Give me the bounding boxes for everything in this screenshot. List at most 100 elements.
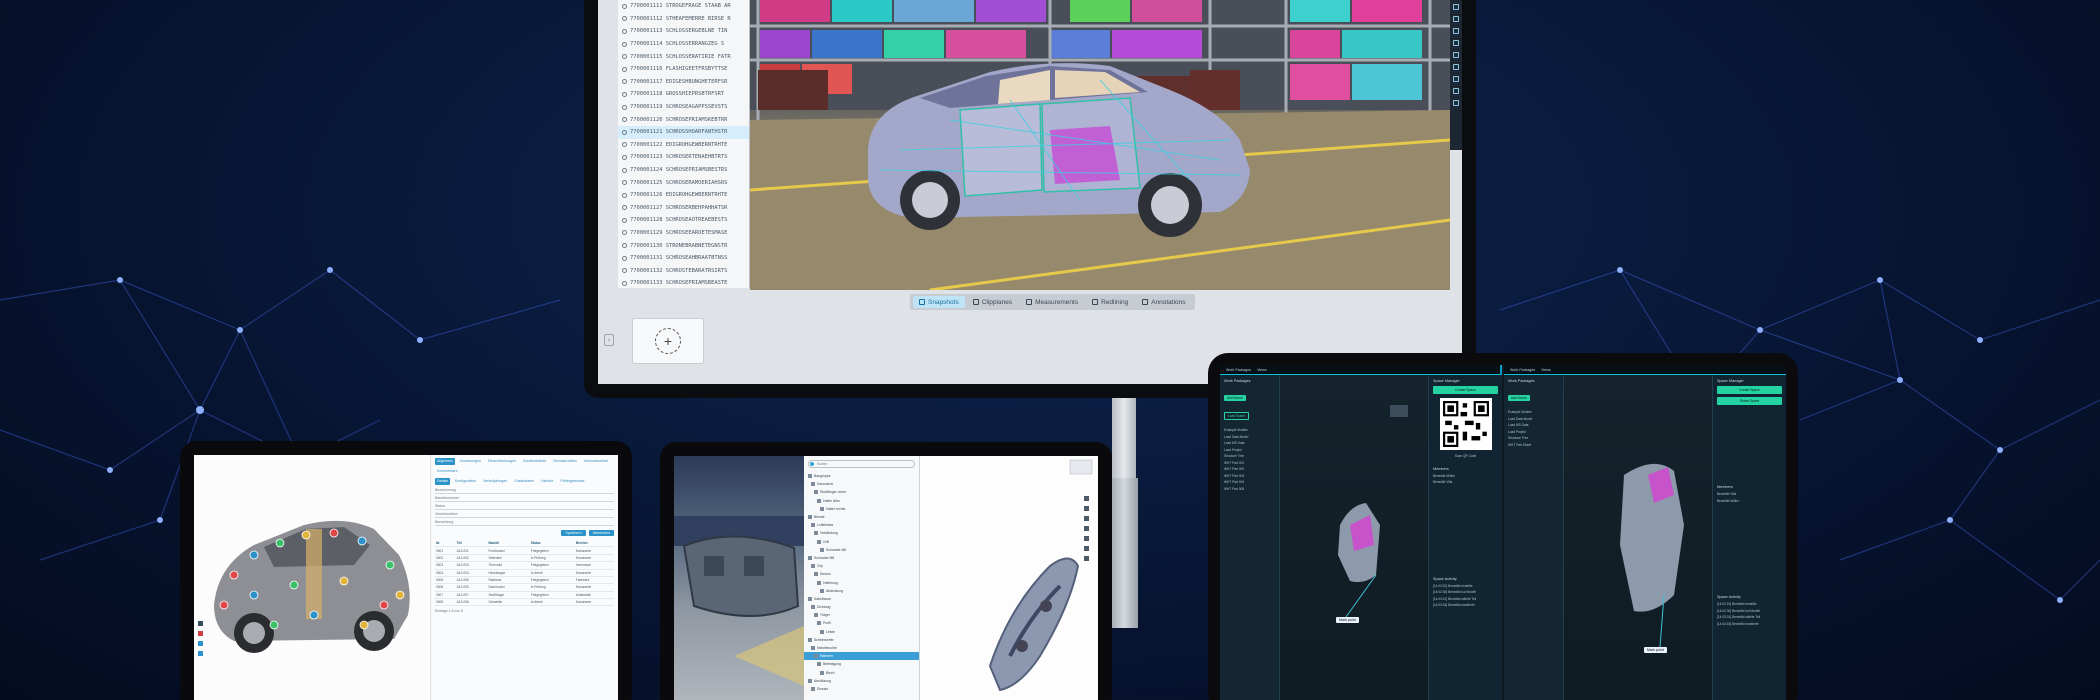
tree-item[interactable]: Blende — [804, 513, 919, 521]
tree-item[interactable]: Halterung — [804, 578, 919, 586]
tree-item[interactable]: Blech — [804, 669, 919, 677]
visibility-icon[interactable] — [622, 280, 627, 286]
table-row[interactable]: 0006 A12-006 Dachmodul In Prüfung Karosserie — [435, 583, 614, 592]
settings-icon[interactable] — [1453, 88, 1459, 94]
visibility-icon[interactable] — [622, 41, 627, 47]
visibility-icon[interactable] — [622, 180, 627, 186]
tree-item[interactable]: Abstützung — [804, 677, 919, 685]
add-snapshot-button[interactable]: + — [655, 328, 681, 354]
create-space-button[interactable]: Create Space — [1717, 386, 1782, 394]
measure-icon[interactable] — [1453, 40, 1459, 46]
select-icon[interactable] — [1453, 4, 1459, 10]
tree-item[interactable]: 7700001123 SCHROSERTENAEHBTRTS — [618, 151, 749, 164]
tab-views[interactable]: Views — [1257, 368, 1267, 372]
help-icon[interactable] — [1453, 100, 1459, 106]
tree-item[interactable]: 7700001121 SCHROSSHOARFANTHSTR — [618, 125, 749, 139]
sidebar-list-item[interactable]: WHT Part 005 — [1224, 487, 1275, 494]
pen-icon[interactable] — [1453, 52, 1459, 58]
tree-item[interactable]: 7700001125 SCHROSERAMOERIAHSRS — [618, 176, 749, 189]
member-item[interactable]: Benedikt Villa — [1433, 480, 1498, 487]
form-field[interactable]: Bemerkung — [435, 520, 614, 526]
tree-item[interactable]: 7700001113 SCHLOSSERGEBLNE TIN — [618, 25, 749, 38]
cancel-button[interactable]: Abbrechen — [588, 530, 614, 536]
tree-item[interactable]: Lufteinlass — [804, 521, 919, 529]
tree-item[interactable]: Karosserie — [804, 480, 919, 488]
sub-tab-item[interactable]: Prüfergebnisse — [558, 478, 586, 485]
tree-item[interactable]: Stoßfänger vorne — [804, 488, 919, 496]
tab-work-packages[interactable]: Work Packages — [1226, 368, 1251, 372]
visibility-icon[interactable] — [622, 154, 627, 160]
tree-search-input[interactable]: Suche — [808, 460, 915, 468]
measurement-point[interactable] — [249, 550, 259, 560]
tree-item[interactable]: 7700001128 SCHROSEAOTREAEBESTS — [618, 214, 749, 227]
tab-item[interactable]: Allgemein — [435, 458, 455, 465]
save-button[interactable]: Speichern — [561, 530, 586, 536]
add-scene-button[interactable]: Add Scene — [1224, 395, 1246, 401]
visibility-icon[interactable] — [622, 268, 627, 274]
tree-item[interactable]: Clip — [804, 562, 919, 570]
measurement-point[interactable] — [359, 620, 369, 630]
tree-item[interactable]: Schraube M6 — [804, 546, 919, 554]
activity-item[interactable]: [14:03:18] Benedikt markierte — [1717, 622, 1782, 629]
session-a-viewport[interactable]: Mark point — [1280, 375, 1428, 700]
tree-item[interactable]: Sensor — [804, 570, 919, 578]
tab-item[interactable]: Benutzerdaten — [551, 458, 578, 465]
tree-item[interactable]: 7700001129 SCHROSEEAROETESMASE — [618, 227, 749, 240]
tab-item[interactable]: Versionsverlauf — [582, 458, 611, 465]
tree-item[interactable]: Scheinwerfer — [804, 636, 919, 644]
visibility-icon[interactable] — [622, 205, 627, 211]
tree-item[interactable]: 7700001132 SCHROSTEBARATRSIRTS — [618, 264, 749, 277]
measurement-point[interactable] — [249, 590, 259, 600]
tree-item[interactable]: Verkleidung — [804, 529, 919, 537]
sub-tab-item[interactable]: Details — [435, 478, 450, 485]
cube-icon[interactable] — [1453, 16, 1459, 22]
tree-item[interactable]: Kabelbaum — [804, 595, 919, 603]
table-row[interactable]: 0004 A12-004 Heckklappe In Arbeit Karosserie — [435, 569, 614, 577]
panel-toggle-handle[interactable]: › — [604, 334, 614, 346]
tree-item[interactable]: 7700001122 EDIGROHGEWBERNTRHTE — [618, 139, 749, 152]
tree-item[interactable]: Nebelleuchte — [804, 644, 919, 652]
tree-item[interactable]: 7700001114 SCHLOSSERRANGZEG S — [618, 38, 749, 51]
tree-item[interactable]: Dichtung — [804, 603, 919, 611]
toolbar-redlining-button[interactable]: Redlining — [1086, 296, 1134, 308]
tree-item[interactable]: 7700001130 STRONEBRABNETEGNSTR — [618, 239, 749, 252]
tree-item[interactable]: Grill — [804, 538, 919, 546]
toolbar-annotations-button[interactable]: Annotations — [1136, 296, 1191, 308]
measurement-point[interactable] — [219, 600, 229, 610]
table-row[interactable]: 0007 A12-007 Stoßfänger Freigegeben Anbautei… — [435, 591, 614, 600]
tree-item[interactable]: 7700001117 EDIGESHBUNGHETERFSR — [618, 76, 749, 89]
measurement-point[interactable] — [301, 530, 311, 540]
sub-tab-item[interactable]: Historie — [539, 478, 555, 485]
tab-item[interactable]: Kommentare — [435, 468, 460, 475]
tree-item[interactable]: Befestigung — [804, 660, 919, 668]
visibility-icon[interactable] — [622, 192, 627, 198]
tree-item[interactable]: Halter rechts — [804, 505, 919, 513]
visibility-icon[interactable] — [622, 91, 627, 97]
form-field[interactable]: Bezeichnung — [435, 488, 614, 494]
tree-item[interactable]: 7700001111 STROGEFRAGE STAAB AR — [618, 0, 749, 13]
car-measurement-viewport[interactable] — [194, 455, 428, 700]
member-item[interactable]: Benedikt Müller — [1717, 499, 1782, 506]
sub-tab-item[interactable]: Zusatzdaten — [512, 478, 536, 485]
table-row[interactable]: 0003 A12-003 Türmodul Freigegeben Innenraum — [435, 561, 614, 570]
tree-item[interactable]: Profil — [804, 619, 919, 627]
visibility-icon[interactable] — [622, 3, 627, 9]
mark-point-callout[interactable]: Mark point — [1644, 647, 1667, 653]
tree-item[interactable]: 7700001127 SCHROSERBEHPAHHATSR — [618, 202, 749, 215]
form-field[interactable]: Status — [435, 504, 614, 510]
session-b-viewport[interactable]: Mark point — [1564, 375, 1712, 700]
table-row[interactable]: 0008 A12-008 Schweller In Arbeit Karosserie — [435, 598, 614, 607]
tab-views[interactable]: Views — [1541, 368, 1551, 372]
tree-item[interactable]: Träger — [804, 611, 919, 619]
tree-item[interactable]: Halter links — [804, 497, 919, 505]
table-row[interactable]: 0002 A12-002 Seitenteil In Prüfung Karosseri… — [435, 554, 614, 563]
measurement-point[interactable] — [229, 570, 239, 580]
3d-viewport[interactable] — [750, 0, 1450, 290]
tree-item[interactable]: Rahmen — [804, 652, 919, 661]
tree-item[interactable]: Leiste — [804, 628, 919, 636]
tree-item[interactable]: 7700001112 STHEAFEMERRE BIRSE R — [618, 13, 749, 26]
mark-point-callout[interactable]: Mark point — [1336, 617, 1359, 623]
measurement-point[interactable] — [309, 610, 319, 620]
tree-item[interactable]: 7700001124 SCHROSEPRIAMSBESTRS — [618, 164, 749, 177]
toolbar-snapshots-button[interactable]: Snapshots — [913, 296, 965, 308]
